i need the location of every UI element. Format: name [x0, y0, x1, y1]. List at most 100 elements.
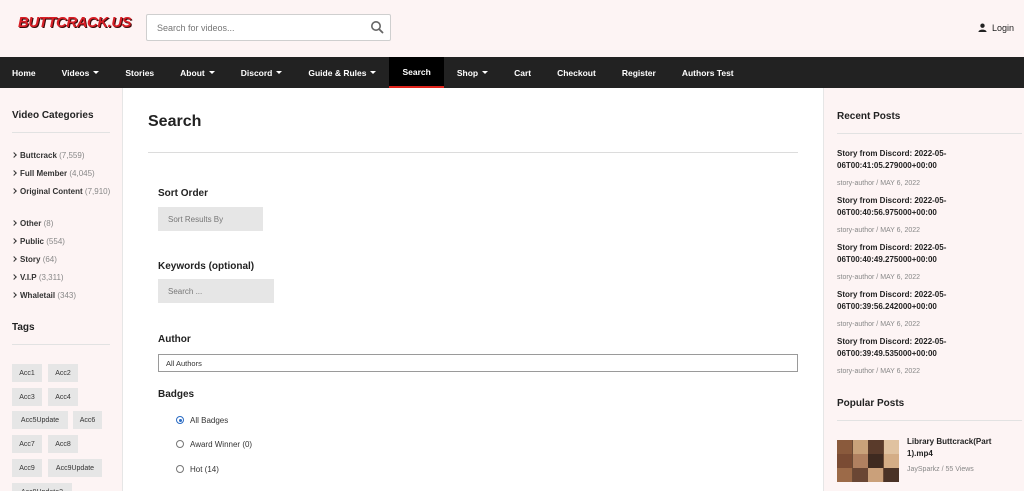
- thumbnail-frame: [837, 454, 852, 468]
- nav-item-label: Search: [402, 66, 431, 77]
- badge-option-label: Hot (14): [190, 464, 219, 474]
- badge-option[interactable]: Hot (14): [176, 463, 219, 475]
- recent-post-meta: story-author / MAY 6, 2022: [837, 227, 920, 234]
- sort-order-value: Sort Results By: [168, 214, 224, 224]
- nav-item-label: Register: [621, 67, 656, 78]
- popular-post-title[interactable]: Library Buttcrack(Part 1).mp4: [907, 436, 1007, 460]
- category-item[interactable]: Story (64): [11, 253, 112, 266]
- site-logo[interactable]: BUTTCRACK.US: [18, 12, 132, 42]
- chevron-right-icon: [11, 256, 17, 262]
- popular-post-meta: JaySparkz / 55 Views: [907, 466, 974, 473]
- nav-item-cart[interactable]: Cart: [501, 57, 544, 88]
- nav-item-home[interactable]: Home: [0, 57, 49, 88]
- divider: [837, 133, 1022, 134]
- category-name: Buttcrack: [20, 151, 57, 160]
- nav-item-guide-rules[interactable]: Guide & Rules: [295, 57, 389, 88]
- tag-item[interactable]: Acc6: [73, 411, 102, 429]
- recent-post-author: story-author: [837, 274, 875, 281]
- radio-button[interactable]: [176, 440, 184, 448]
- badges-label: Badges: [158, 389, 195, 400]
- author-select[interactable]: All Authors: [158, 354, 798, 372]
- nav-item-label: Authors Test: [681, 67, 734, 78]
- nav-item-about[interactable]: About: [167, 57, 228, 88]
- logo-text: BUTTCRACK.US: [18, 14, 132, 31]
- chevron-right-icon: [11, 274, 17, 280]
- divider: [12, 132, 110, 133]
- video-search-input[interactable]: [147, 15, 362, 40]
- caret-down-icon: [276, 71, 283, 74]
- nav-item-label: Videos: [61, 67, 90, 78]
- category-count: (343): [57, 291, 77, 300]
- nav-item-register[interactable]: Register: [609, 57, 669, 88]
- radio-button[interactable]: [176, 465, 184, 473]
- category-item[interactable]: Original Content (7,910): [11, 185, 112, 198]
- caret-down-icon: [482, 71, 489, 74]
- badge-option[interactable]: All Badges: [176, 414, 228, 426]
- divider: [12, 344, 110, 345]
- recent-post-title[interactable]: Story from Discord: 2022-05-06T00:39:49.…: [837, 336, 967, 360]
- search-icon[interactable]: [370, 20, 384, 34]
- tag-item[interactable]: Acc3: [12, 388, 42, 406]
- thumbnail-frame: [883, 440, 899, 454]
- category-item[interactable]: V.I.P (3,311): [11, 271, 112, 284]
- divider: [148, 152, 798, 153]
- recent-post-title[interactable]: Story from Discord: 2022-05-06T00:39:56.…: [837, 289, 967, 313]
- nav-item-stories[interactable]: Stories: [112, 57, 167, 88]
- main-content: Search Sort Order Sort Results By Keywor…: [123, 88, 823, 491]
- category-name: Original Content: [20, 187, 83, 196]
- keywords-input[interactable]: Search ...: [158, 279, 274, 303]
- category-name: Other: [20, 219, 42, 228]
- main-nav: Home Videos Stories About Discord Guide & Rul…: [0, 57, 1024, 88]
- thumbnail-frame: [868, 454, 883, 468]
- keywords-label: Keywords (optional): [158, 261, 255, 272]
- category-item[interactable]: Public (554): [11, 235, 112, 248]
- category-count: (64): [42, 255, 57, 264]
- category-name: Public: [20, 237, 45, 246]
- category-name: Story: [20, 255, 41, 264]
- recent-post-meta: story-author / MAY 6, 2022: [837, 321, 920, 328]
- recent-post-date: MAY 6, 2022: [880, 321, 921, 328]
- nav-item-shop[interactable]: Shop: [444, 57, 501, 88]
- tag-item[interactable]: Acc9: [12, 459, 42, 477]
- category-name: Whaletail: [20, 291, 56, 300]
- category-item[interactable]: Whaletail (343): [11, 289, 112, 302]
- popular-post-thumbnail[interactable]: [837, 440, 899, 482]
- category-count: (4,045): [69, 169, 95, 178]
- nav-item-discord[interactable]: Discord: [228, 57, 296, 88]
- nav-item-videos[interactable]: Videos: [49, 57, 113, 88]
- recent-post-title[interactable]: Story from Discord: 2022-05-06T00:41:05.…: [837, 148, 967, 172]
- tag-item[interactable]: Acc9Update: [48, 459, 102, 477]
- tag-item[interactable]: Acc4: [48, 388, 78, 406]
- thumbnail-frame: [837, 440, 852, 454]
- tag-item[interactable]: Acc7: [12, 435, 42, 453]
- thumbnail-frame: [883, 454, 899, 468]
- chevron-right-icon: [11, 292, 17, 298]
- sort-order-select[interactable]: Sort Results By: [158, 207, 263, 231]
- tag-item[interactable]: Acc9Update2: [12, 483, 72, 491]
- nav-item-search[interactable]: Search: [389, 57, 444, 88]
- tag-item[interactable]: Acc1: [12, 364, 42, 382]
- login-link[interactable]: Login: [978, 21, 1014, 35]
- popular-post-author: JaySparkz: [907, 466, 940, 473]
- keywords-placeholder: Search ...: [168, 286, 203, 296]
- radio-button[interactable]: [176, 416, 184, 424]
- nav-item-authors-test[interactable]: Authors Test: [669, 57, 747, 88]
- recent-post-meta: story-author / MAY 6, 2022: [837, 368, 920, 375]
- nav-item-checkout[interactable]: Checkout: [544, 57, 609, 88]
- category-item[interactable]: Other (8): [11, 217, 112, 230]
- thumbnail-frame: [868, 440, 883, 454]
- recent-post-title[interactable]: Story from Discord: 2022-05-06T00:40:56.…: [837, 195, 967, 219]
- category-item[interactable]: Full Member (4,045): [11, 167, 112, 180]
- nav-item-label: Home: [12, 67, 36, 78]
- category-item[interactable]: Buttcrack (7,559): [11, 149, 112, 162]
- tag-item[interactable]: Acc2: [48, 364, 78, 382]
- caret-down-icon: [93, 71, 100, 74]
- tag-item[interactable]: Acc8: [48, 435, 78, 453]
- badge-option-label: Award Winner (0): [190, 439, 253, 449]
- site-header: BUTTCRACK.US Login: [0, 0, 1024, 57]
- category-name: V.I.P: [20, 273, 37, 282]
- recent-post-title[interactable]: Story from Discord: 2022-05-06T00:40:49.…: [837, 242, 967, 266]
- user-icon: [978, 23, 987, 34]
- tag-item[interactable]: Acc5Update: [12, 411, 68, 429]
- badge-option[interactable]: Award Winner (0): [176, 438, 252, 450]
